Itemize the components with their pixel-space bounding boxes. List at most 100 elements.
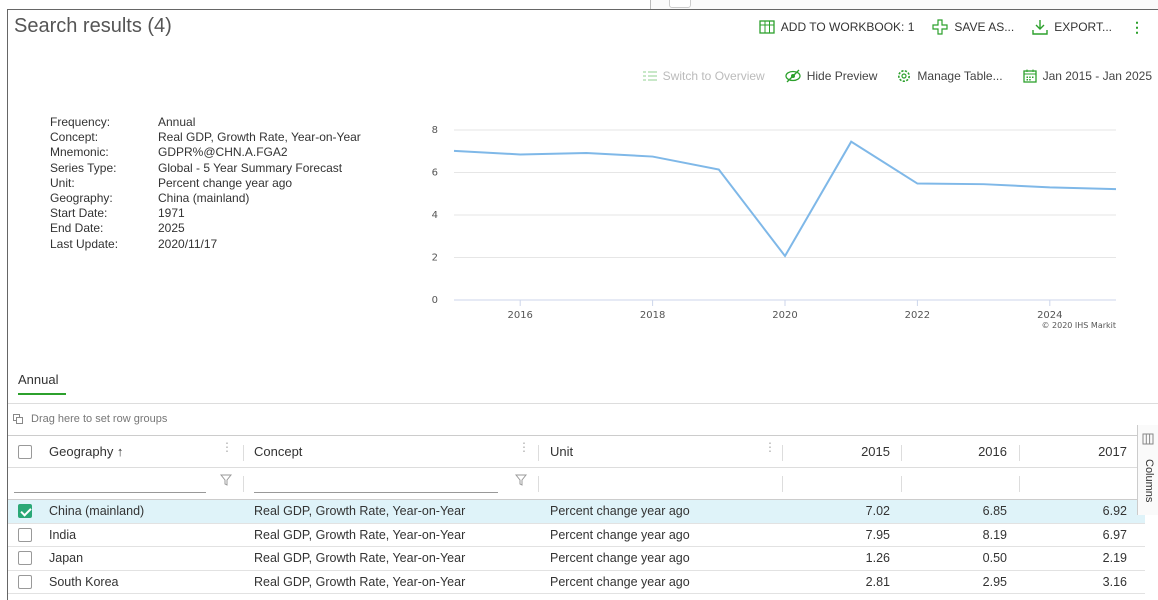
column-menu-icon[interactable]: ⋮ bbox=[518, 441, 530, 453]
row-checkbox[interactable] bbox=[18, 551, 32, 566]
hide-preview-button[interactable]: Hide Preview bbox=[785, 69, 877, 83]
columns-side-tab-label: Columns bbox=[1143, 459, 1155, 503]
metadata-row: Start Date: 1971 bbox=[50, 206, 361, 221]
chart-x-tick-label: 2022 bbox=[905, 310, 930, 321]
chart-y-tick-label: 4 bbox=[432, 210, 438, 221]
manage-table-button[interactable]: Manage Table... bbox=[897, 69, 1003, 83]
row-checkbox-cell[interactable] bbox=[18, 524, 32, 547]
filter-icon[interactable] bbox=[220, 474, 232, 486]
table-icon bbox=[759, 20, 775, 34]
chart-y-tick-label: 2 bbox=[432, 253, 438, 264]
row-checkbox[interactable] bbox=[18, 504, 32, 519]
save-as-button[interactable]: SAVE AS... bbox=[932, 19, 1014, 35]
more-options-icon[interactable]: ⋮ bbox=[1130, 20, 1144, 34]
metadata-value: 2020/11/17 bbox=[158, 236, 218, 251]
cell-unit: Percent change year ago bbox=[550, 527, 690, 542]
row-checkbox[interactable] bbox=[18, 527, 32, 542]
filter-icon[interactable] bbox=[515, 474, 527, 486]
column-header-2015[interactable]: 2015 bbox=[782, 436, 890, 467]
metadata-row: Series Type: Global - 5 Year Summary Fore… bbox=[50, 161, 361, 176]
metadata-row: End Date: 2025 bbox=[50, 221, 361, 236]
switch-to-overview-button[interactable]: Switch to Overview bbox=[642, 69, 765, 83]
metadata-row: Unit: Percent change year ago bbox=[50, 176, 361, 191]
cell-geography: Japan bbox=[49, 551, 84, 566]
tab-annual[interactable]: Annual bbox=[18, 372, 58, 387]
cell-2015: 2.81 bbox=[865, 574, 890, 589]
cell-2016: 8.19 bbox=[982, 527, 1007, 542]
column-separator bbox=[782, 476, 783, 492]
chart-credit: © 2020 IHS Markit bbox=[1041, 321, 1116, 330]
metadata-row: Frequency: Annual bbox=[50, 115, 361, 130]
column-header-concept[interactable]: Concept bbox=[254, 436, 302, 467]
column-separator bbox=[538, 476, 539, 492]
column-separator[interactable] bbox=[538, 445, 539, 461]
export-button[interactable]: EXPORT... bbox=[1032, 19, 1112, 35]
row-checkbox[interactable] bbox=[18, 574, 32, 589]
table-row[interactable]: India Real GDP, Growth Rate, Year-on-Yea… bbox=[8, 524, 1145, 547]
columns-side-tab[interactable]: Columns bbox=[1137, 425, 1158, 515]
series-preview-chart: 0 2 4 6 8 2016 2018 2020 2022 2024© 2020 IHS Mark… bbox=[432, 125, 1117, 330]
chart-y-tick-label: 0 bbox=[432, 295, 438, 306]
tab-annual-indicator bbox=[18, 393, 66, 395]
select-all-checkbox-cell[interactable] bbox=[18, 436, 32, 467]
date-range-label: Jan 2015 - Jan 2025 bbox=[1042, 69, 1152, 83]
cell-2015: 7.95 bbox=[865, 527, 890, 542]
page-title: Search results (4) bbox=[14, 15, 172, 37]
metadata-key: Frequency: bbox=[50, 115, 111, 129]
table-row[interactable]: Japan Real GDP, Growth Rate, Year-on-Yea… bbox=[8, 547, 1145, 571]
add-to-workbook-label: ADD TO WORKBOOK: 1 bbox=[780, 20, 915, 34]
chart-x-tick-label: 2016 bbox=[507, 310, 532, 321]
column-separator[interactable] bbox=[243, 445, 244, 461]
metadata-value: Annual bbox=[158, 115, 196, 129]
add-to-workbook-button[interactable]: ADD TO WORKBOOK: 1 bbox=[759, 20, 915, 34]
metadata-row: Last Update: 2020/11/17 bbox=[50, 237, 361, 252]
geography-filter-input[interactable] bbox=[14, 475, 206, 493]
column-menu-icon[interactable]: ⋮ bbox=[764, 441, 776, 453]
metadata-key: Unit: bbox=[50, 175, 75, 190]
cell-geography: India bbox=[49, 527, 77, 542]
metadata-value: 1971 bbox=[158, 206, 185, 221]
chart-series-line bbox=[453, 140, 1117, 258]
column-separator bbox=[1019, 476, 1020, 492]
row-checkbox-cell[interactable] bbox=[18, 547, 32, 570]
table-row[interactable]: China (mainland) Real GDP, Growth Rate, … bbox=[8, 500, 1145, 524]
background-checkbox bbox=[669, 0, 691, 8]
row-group-icon bbox=[13, 414, 23, 424]
select-all-checkbox[interactable] bbox=[18, 444, 32, 459]
gear-icon bbox=[898, 70, 911, 82]
row-group-dropzone[interactable]: Drag here to set row groups bbox=[13, 413, 167, 425]
cell-unit: Percent change year ago bbox=[550, 504, 690, 519]
export-label: EXPORT... bbox=[1054, 20, 1112, 34]
metadata-row: Concept: Real GDP, Growth Rate, Year-on-Y… bbox=[50, 130, 361, 145]
cell-2017: 6.97 bbox=[1102, 527, 1127, 542]
manage-table-label: Manage Table... bbox=[917, 69, 1003, 83]
series-metadata: Frequency: Annual Concept: Real GDP, Growth… bbox=[50, 115, 361, 252]
row-checkbox-cell[interactable] bbox=[18, 571, 32, 594]
cell-2017: 3.16 bbox=[1102, 574, 1127, 589]
column-header-2016[interactable]: 2016 bbox=[901, 436, 1007, 467]
metadata-key: Mnemonic: bbox=[50, 145, 109, 160]
cell-2017: 2.19 bbox=[1102, 551, 1127, 566]
column-header-2017[interactable]: 2017 bbox=[1019, 436, 1127, 467]
cell-geography: South Korea bbox=[49, 574, 119, 589]
grid-header: Geography ↑ ⋮ Concept ⋮ Unit ⋮ 2015 2016… bbox=[8, 435, 1145, 468]
filter-row bbox=[8, 468, 1145, 500]
metadata-value: Percent change year ago bbox=[158, 175, 293, 190]
concept-filter-input[interactable] bbox=[254, 475, 498, 493]
list-icon bbox=[642, 71, 657, 81]
column-header-geography[interactable]: Geography ↑ bbox=[49, 436, 123, 467]
column-header-unit[interactable]: Unit bbox=[550, 436, 573, 467]
column-menu-icon[interactable]: ⋮ bbox=[221, 441, 233, 453]
metadata-key: Series Type: bbox=[50, 160, 117, 175]
cell-2017: 6.92 bbox=[1102, 504, 1127, 519]
preview-toolbar: Switch to Overview Hide Preview Manage T… bbox=[642, 69, 1152, 83]
row-checkbox-cell[interactable] bbox=[18, 500, 32, 523]
cell-concept: Real GDP, Growth Rate, Year-on-Year bbox=[254, 551, 466, 566]
toolbar: ADD TO WORKBOOK: 1 SAVE AS... EXPORT... … bbox=[759, 19, 1144, 35]
date-range-button[interactable]: Jan 2015 - Jan 2025 bbox=[1022, 69, 1152, 83]
cell-unit: Percent change year ago bbox=[550, 551, 690, 566]
chart-x-tick-label: 2020 bbox=[772, 310, 797, 321]
plus-icon bbox=[932, 19, 948, 35]
table-row[interactable]: South Korea Real GDP, Growth Rate, Year-… bbox=[8, 571, 1145, 594]
column-separator bbox=[243, 476, 244, 492]
